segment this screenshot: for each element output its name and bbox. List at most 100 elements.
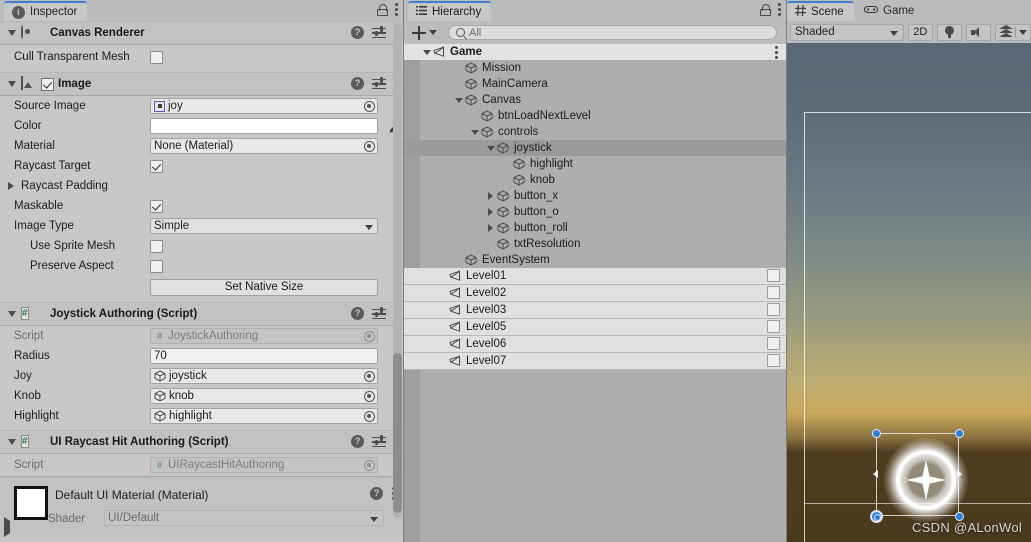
scene-loaded-checkbox[interactable] [767,354,780,367]
preset-icon[interactable] [372,77,386,90]
hierarchy-row-mission[interactable]: Mission [404,60,786,76]
object-picker-icon[interactable] [364,101,375,112]
source-image-field[interactable]: joy [150,98,378,114]
material-swatch[interactable] [14,486,48,520]
resize-handle-top-right[interactable] [955,429,964,438]
joystick-widget[interactable] [884,438,968,522]
audio-toggle-button[interactable] [965,23,991,41]
lighting-toggle-button[interactable] [936,23,962,41]
scene-loaded-checkbox[interactable] [767,320,780,333]
hierarchy-row-level03[interactable]: Level03 [404,302,786,319]
raycast-target-checkbox[interactable] [150,159,163,173]
knob-field[interactable]: knob [150,388,378,404]
help-icon[interactable]: ? [351,435,364,448]
hierarchy-row-canvas[interactable]: Canvas [404,92,786,108]
scene-loaded-checkbox[interactable] [767,286,780,299]
object-picker-icon[interactable] [364,411,375,422]
object-picker-icon[interactable] [364,141,375,152]
hierarchy-row-level05[interactable]: Level05 [404,319,786,336]
image-type-dropdown[interactable]: Simple [150,218,378,234]
component-header-ui-raycast-hit-authoring[interactable]: # UI Raycast Hit Authoring (Script) ? [0,430,403,454]
help-icon[interactable]: ? [370,487,383,500]
hierarchy-row-knob[interactable]: knob [404,172,786,188]
foldout-canvas-renderer[interactable] [5,30,18,36]
hierarchy-row-highlight[interactable]: highlight [404,156,786,172]
image-enabled-checkbox[interactable] [41,77,54,91]
hierarchy-row-button_o[interactable]: button_o [404,204,786,220]
twisty-collapsed-icon[interactable] [484,208,497,216]
hierarchy-row-level06[interactable]: Level06 [404,336,786,353]
hierarchy-row-eventsystem[interactable]: EventSystem [404,252,786,268]
hierarchy-row-button_roll[interactable]: button_roll [404,220,786,236]
foldout-joystick-authoring[interactable] [5,311,18,317]
maskable-checkbox[interactable] [150,199,163,213]
scene-loaded-checkbox[interactable] [767,337,780,350]
twisty-collapsed-icon[interactable] [484,192,497,200]
create-button[interactable] [412,25,437,40]
cull-transparent-mesh-checkbox[interactable] [150,50,163,64]
lock-icon[interactable] [760,3,771,16]
hierarchy-row-label: btnLoadNextLevel [498,110,591,122]
twisty-expanded-icon[interactable] [420,49,433,55]
preset-icon[interactable] [372,435,386,448]
scene-viewport[interactable]: CSDN @ALonWol [787,43,1031,542]
scene-row-menu-icon[interactable] [775,46,778,59]
help-icon[interactable]: ? [351,26,364,39]
help-icon[interactable]: ? [351,77,364,90]
resize-handle-top-left[interactable] [872,429,881,438]
tab-hierarchy[interactable]: Hierarchy [408,1,492,21]
material-field[interactable]: None (Material) [150,138,378,154]
foldout-image[interactable] [5,81,18,87]
hierarchy-row-controls[interactable]: controls [404,124,786,140]
search-input[interactable]: All [448,25,777,40]
foldout-ui-raycast-hit-authoring[interactable] [5,439,18,445]
fx-dropdown-button[interactable]: | [994,23,1031,41]
shader-dropdown[interactable]: UI/Default [104,510,384,526]
component-header-joystick-authoring[interactable]: # Joystick Authoring (Script) ? [0,302,403,326]
tab-scene[interactable]: Scene [787,1,854,21]
hierarchy-row-level01[interactable]: Level01 [404,268,786,285]
foldout-raycast-padding[interactable] [4,182,17,190]
scene-loaded-checkbox[interactable] [767,303,780,316]
hierarchy-row-game[interactable]: Game [404,44,786,60]
toggle-2d-button[interactable]: 2D [907,23,933,41]
preserve-aspect-checkbox[interactable] [150,259,163,273]
hierarchy-row-btnloadnextlevel[interactable]: btnLoadNextLevel [404,108,786,124]
hierarchy-row-maincamera[interactable]: MainCamera [404,76,786,92]
hierarchy-row-txtresolution[interactable]: txtResolution [404,236,786,252]
hierarchy-tree: Game Mission MainCamera Canvas btnLoadNextLe… [404,44,786,542]
preset-icon[interactable] [372,307,386,320]
object-picker-icon[interactable] [364,391,375,402]
hierarchy-row-label: button_o [514,206,559,218]
twisty-expanded-icon[interactable] [452,97,465,103]
lock-icon[interactable] [377,3,388,16]
pivot-handle[interactable] [870,510,883,523]
object-picker-icon[interactable] [364,371,375,382]
tab-game[interactable]: Game [856,1,924,21]
joy-field[interactable]: joystick [150,368,378,384]
highlight-field[interactable]: highlight [150,408,378,424]
component-header-canvas-renderer[interactable]: Canvas Renderer ? [0,21,403,45]
foldout-material[interactable] [4,517,10,537]
twisty-collapsed-icon[interactable] [484,224,497,232]
hierarchy-menu-icon[interactable] [778,3,781,16]
inspector-scrollbar[interactable] [393,23,402,518]
tab-inspector[interactable]: i Inspector [4,1,88,21]
twisty-expanded-icon[interactable] [484,145,497,151]
hierarchy-row-joystick[interactable]: joystick [404,140,786,156]
row-raycast-padding[interactable]: Raycast Padding [0,176,403,196]
color-swatch[interactable] [150,118,401,134]
hierarchy-row-button_x[interactable]: button_x [404,188,786,204]
use-sprite-mesh-checkbox[interactable] [150,239,163,253]
twisty-expanded-icon[interactable] [468,129,481,135]
scene-loaded-checkbox[interactable] [767,269,780,282]
draw-mode-dropdown[interactable]: Shaded [790,23,904,41]
hierarchy-row-level07[interactable]: Level07 [404,353,786,370]
hierarchy-row-level02[interactable]: Level02 [404,285,786,302]
radius-input[interactable]: 70 [150,348,378,364]
inspector-menu-icon[interactable] [395,3,398,16]
component-header-image[interactable]: Image ? [0,72,403,96]
set-native-size-button[interactable]: Set Native Size [150,278,378,296]
help-icon[interactable]: ? [351,307,364,320]
preset-icon[interactable] [372,26,386,39]
